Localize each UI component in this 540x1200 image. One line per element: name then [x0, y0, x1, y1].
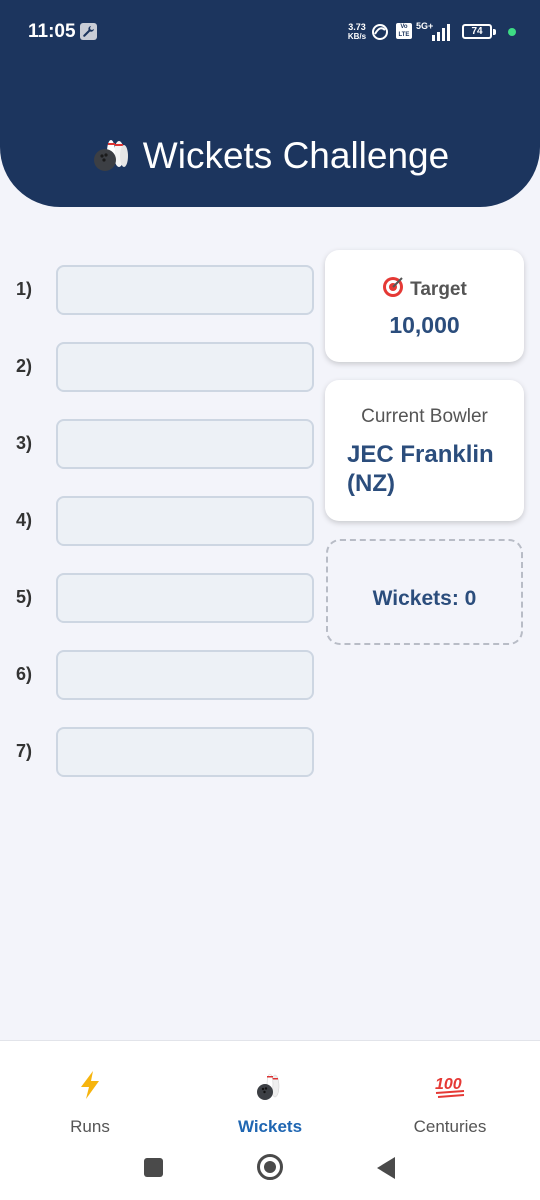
wickets-count: Wickets: 0: [372, 587, 477, 610]
home-button[interactable]: [257, 1154, 283, 1180]
current-bowler-label: Current Bowler: [361, 406, 488, 427]
target-card: Target 10,000: [325, 250, 524, 362]
wicket-row-label: 1): [16, 279, 33, 299]
hundred-icon: 100: [435, 1076, 465, 1098]
battery-tip: [493, 29, 496, 35]
wrench-icon: [80, 23, 97, 40]
nav-item-centuries[interactable]: 100 Centuries: [360, 1041, 540, 1151]
wicket-input-6[interactable]: [56, 650, 314, 700]
target-label: Target: [325, 276, 524, 301]
page-title: Wickets Challenge: [0, 132, 540, 177]
volte-icon: Vo LTE: [396, 23, 412, 39]
current-bowler-name: JEC Franklin (NZ): [347, 441, 494, 497]
app-header: 11:05 3.73 KB/s Vo LTE 5G+ 74 Wickets Ch…: [0, 0, 540, 207]
wicket-input-2[interactable]: [56, 342, 314, 392]
wicket-row-label: 5): [16, 587, 33, 607]
signal-icon: 5G+: [416, 21, 450, 41]
net-speed-unit: KB/s: [347, 32, 367, 41]
wicket-input-1[interactable]: [56, 265, 314, 315]
nav-item-wickets[interactable]: Wickets: [180, 1041, 360, 1151]
link-icon: [372, 24, 388, 40]
wicket-input-4[interactable]: [56, 496, 314, 546]
lightning-icon: [81, 1071, 99, 1099]
net-speed-value: 3.73: [348, 22, 366, 32]
nav-label-wickets: Wickets: [237, 1117, 303, 1136]
network-type: 5G+: [416, 21, 433, 31]
net-speed: 3.73 KB/s: [345, 22, 369, 42]
target-value: 10,000: [389, 312, 460, 338]
status-time: 11:05: [28, 21, 76, 42]
wicket-row-label: 4): [16, 510, 33, 530]
wicket-row-label: 3): [16, 433, 33, 453]
wicket-input-7[interactable]: [56, 727, 314, 777]
recents-button[interactable]: [144, 1158, 163, 1177]
wicket-input-5[interactable]: [56, 573, 314, 623]
wicket-row-label: 7): [16, 741, 33, 761]
nav-label-centuries: Centuries: [413, 1117, 487, 1136]
current-bowler-card: Current Bowler JEC Franklin (NZ): [325, 380, 524, 521]
wicket-input-3[interactable]: [56, 419, 314, 469]
nav-item-runs[interactable]: Runs: [0, 1041, 180, 1151]
system-navigation-bar: [0, 1146, 540, 1188]
privacy-indicator-dot: [508, 28, 516, 36]
nav-label-runs: Runs: [70, 1117, 110, 1136]
wicket-row-label: 6): [16, 664, 33, 684]
wickets-count-card: Wickets: 0: [326, 539, 523, 645]
bowling-icon: [93, 140, 128, 171]
back-button[interactable]: [376, 1156, 396, 1180]
wicket-row-label: 2): [16, 356, 33, 376]
page-title-text: Wickets Challenge: [142, 135, 450, 176]
status-bar: 11:05 3.73 KB/s Vo LTE 5G+ 74: [0, 0, 540, 64]
target-icon: [383, 277, 404, 297]
battery-icon: 74: [462, 24, 492, 39]
status-indicators: 3.73 KB/s Vo LTE 5G+ 74: [316, 21, 516, 43]
target-label-text: Target: [410, 279, 467, 300]
bowling-icon: [257, 1073, 280, 1100]
